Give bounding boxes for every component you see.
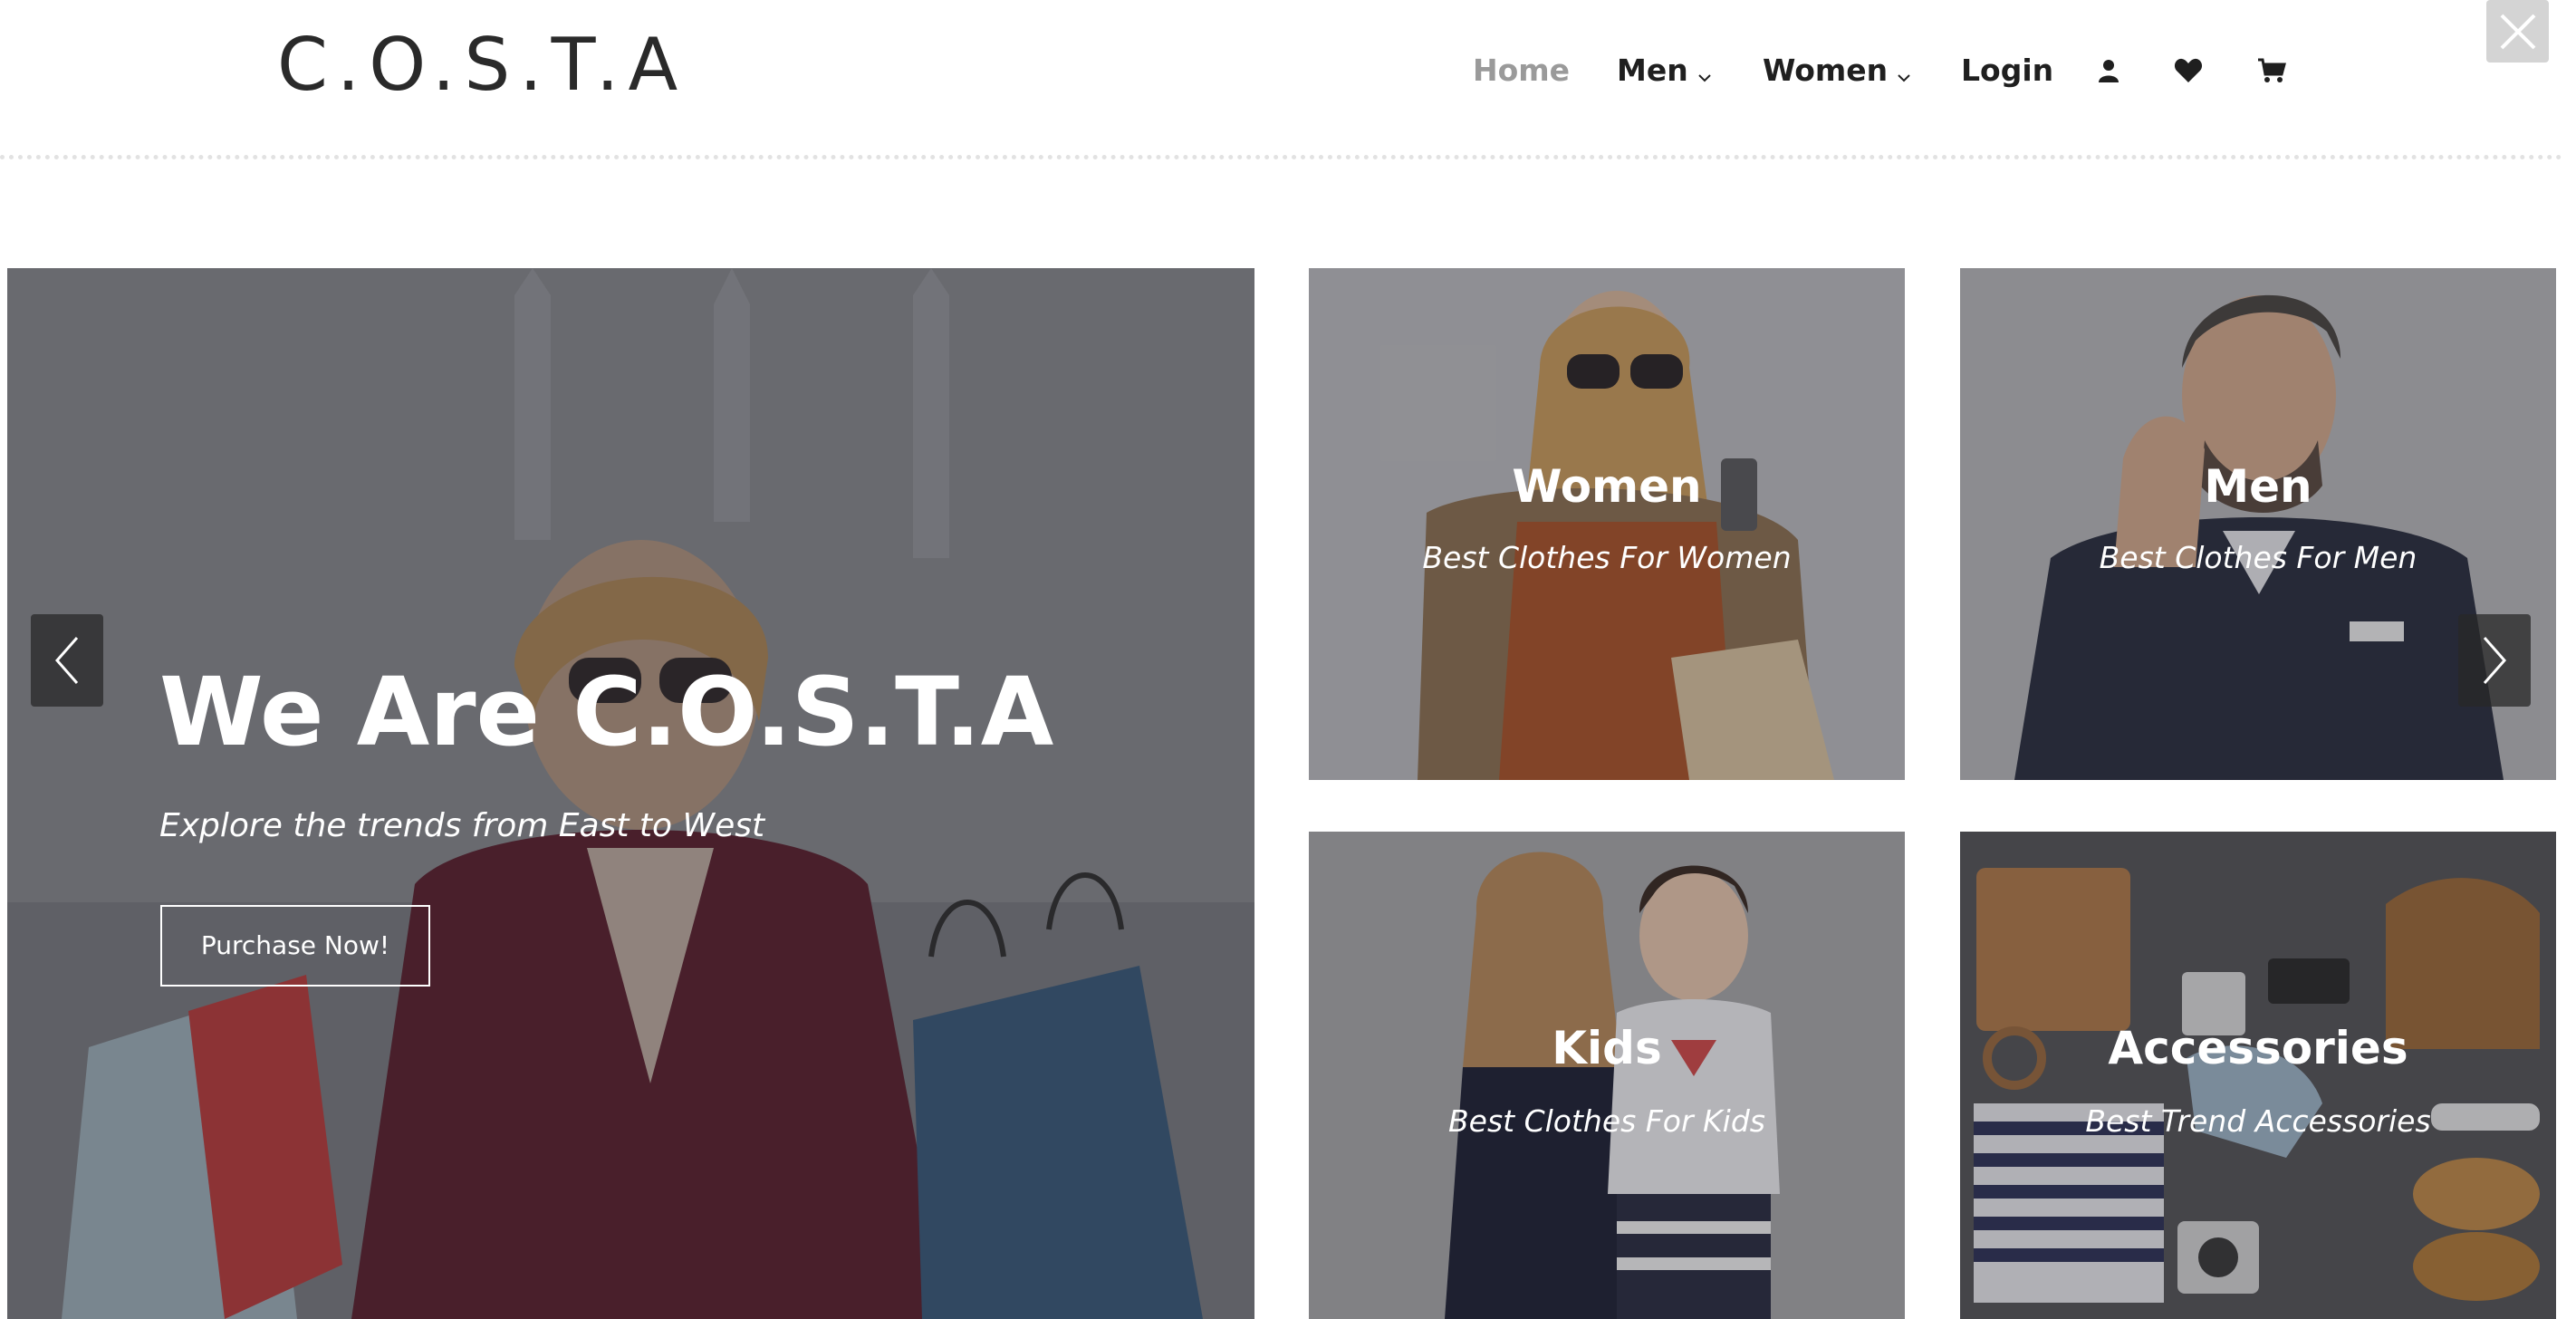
tile-overlay: [1309, 268, 1905, 780]
tile-subtitle: Best Trend Accessories: [2085, 1103, 2431, 1139]
tile-overlay: [1309, 832, 1905, 1319]
hero-subtitle: Explore the trends from East to West: [159, 807, 765, 844]
nav-women[interactable]: Women: [1763, 43, 1911, 98]
heart-icon[interactable]: [2170, 43, 2206, 98]
close-icon: [2500, 14, 2535, 49]
category-tile-women[interactable]: Women Best Clothes For Women: [1309, 268, 1905, 780]
chevron-down-icon: [1697, 45, 1712, 100]
hero-slider: We Are C.O.S.T.A Explore the trends from…: [7, 268, 1254, 1319]
slider-prev-button[interactable]: [31, 614, 103, 707]
category-tile-men[interactable]: Men Best Clothes For Men: [1960, 268, 2556, 780]
hero-overlay: [7, 268, 1254, 1319]
tile-title: Women: [1512, 460, 1702, 513]
nav-login[interactable]: Login: [1961, 43, 2053, 98]
category-tile-kids[interactable]: Kids Best Clothes For Kids: [1309, 832, 1905, 1319]
chevron-down-icon: [1897, 45, 1911, 100]
tile-subtitle: Best Clothes For Men: [2099, 540, 2417, 575]
close-button[interactable]: [2486, 0, 2549, 63]
tile-subtitle: Best Clothes For Women: [1422, 540, 1792, 575]
slider-next-button[interactable]: [2458, 614, 2531, 707]
site-logo[interactable]: C.O.S.T.A: [277, 20, 687, 111]
tile-title: Accessories: [2108, 1022, 2408, 1074]
cart-icon[interactable]: [2254, 43, 2290, 98]
header-divider: [0, 155, 2563, 159]
nav-men-label: Men: [1617, 53, 1688, 88]
tile-subtitle: Best Clothes For Kids: [1448, 1103, 1765, 1139]
tile-overlay: [1960, 832, 2556, 1319]
nav-home[interactable]: Home: [1473, 43, 1570, 98]
chevron-right-icon: [2483, 637, 2506, 684]
tile-title: Men: [2204, 460, 2312, 513]
nav-women-label: Women: [1763, 53, 1889, 88]
nav-men[interactable]: Men: [1617, 43, 1712, 98]
category-tile-accessories[interactable]: Accessories Best Trend Accessories: [1960, 832, 2556, 1319]
user-icon[interactable]: [2091, 43, 2127, 98]
purchase-now-button[interactable]: Purchase Now!: [160, 905, 430, 987]
hero-title: We Are C.O.S.T.A: [159, 657, 1054, 767]
tile-title: Kids: [1552, 1022, 1662, 1074]
chevron-left-icon: [55, 637, 79, 684]
